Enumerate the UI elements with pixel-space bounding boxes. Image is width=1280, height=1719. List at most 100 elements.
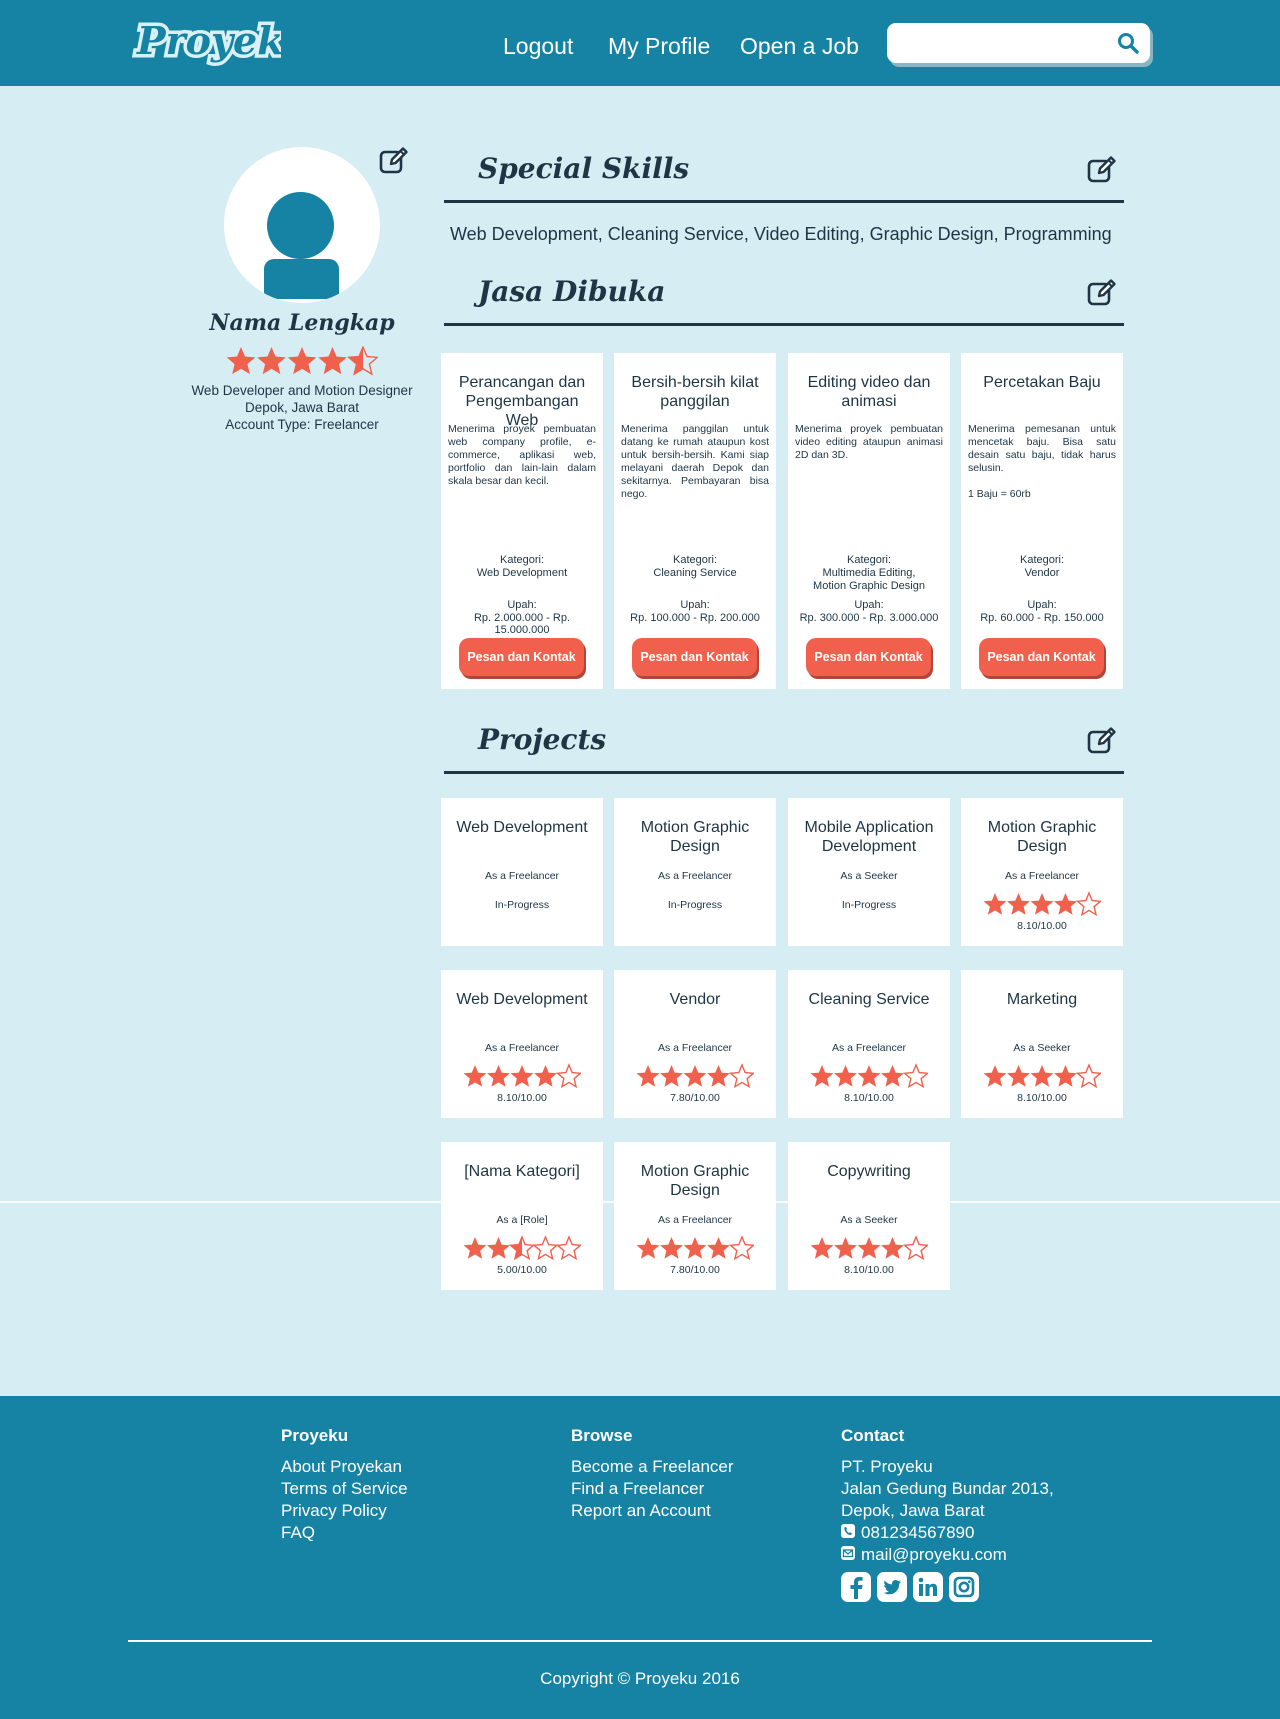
order-contact-button[interactable]: Pesan dan Kontak (806, 638, 931, 676)
skills-text: Web Development, Cleaning Service, Video… (450, 224, 1112, 244)
service-category: Web Development (476, 567, 568, 579)
star-icon (1054, 893, 1077, 915)
order-contact-button[interactable]: Pesan dan Kontak (632, 638, 757, 676)
project-card[interactable]: Cleaning Service As a Freelancer 8.10/10.0… (788, 970, 950, 1118)
star-icon (1030, 893, 1054, 915)
profile-location: Depok, Jawa Barat (244, 400, 360, 415)
star-icon (707, 1065, 730, 1087)
footer-link-become-freelancer[interactable]: Become a Freelancer (571, 1456, 734, 1478)
facebook-icon[interactable] (841, 1572, 871, 1602)
order-contact-button[interactable]: Pesan dan Kontak (459, 638, 584, 676)
projects-divider (444, 771, 1124, 774)
footer-link-terms[interactable]: Terms of Service (281, 1478, 408, 1500)
nav-open-a-job[interactable]: Open a Job (740, 28, 859, 64)
star-icon (346, 346, 378, 376)
project-role: As a [Role] (496, 1214, 548, 1226)
edit-skills-icon[interactable] (1086, 154, 1118, 186)
star-icon (555, 1235, 581, 1261)
search-icon[interactable] (1116, 31, 1140, 55)
instagram-icon[interactable] (949, 1572, 979, 1602)
project-rating-stars (810, 1235, 928, 1261)
footer-link-report-account[interactable]: Report an Account (571, 1500, 711, 1522)
star-icon (834, 1237, 857, 1259)
project-title: [Nama Kategori] (464, 1163, 580, 1180)
contact-address-line1: Jalan Gedung Bundar 2013, (841, 1479, 1054, 1498)
project-title: Marketing (1006, 991, 1078, 1008)
service-wage-label: Upah: (680, 599, 710, 611)
project-title: Mobile Application Development (804, 819, 934, 855)
edit-profile-icon[interactable] (378, 145, 410, 177)
service-category-label: Kategori: (499, 554, 545, 566)
project-status: In-Progress (494, 899, 550, 911)
linkedin-icon[interactable] (913, 1572, 943, 1602)
nav-logout[interactable]: Logout (503, 28, 573, 64)
footer-link-find-freelancer[interactable]: Find a Freelancer (571, 1478, 704, 1500)
project-role: As a Freelancer (1004, 870, 1080, 882)
project-card[interactable]: Motion Graphic Design As a Freelancer 8.10… (961, 798, 1123, 946)
services-divider (444, 323, 1124, 326)
star-icon (983, 1065, 1007, 1087)
service-wage: Rp. 100.000 - Rp. 200.000 (630, 612, 760, 624)
top-header: Proyeku Logout My Profile Open a Job (0, 0, 1280, 86)
service-category: Cleaning Service (653, 567, 737, 579)
project-card[interactable]: Motion Graphic Design As a Freelancer In-P… (614, 798, 776, 946)
service-card: Perancangan dan Pengembangan Web Menerim… (441, 353, 603, 689)
projects-title: Projects (478, 723, 607, 756)
star-icon (487, 1237, 510, 1259)
project-score: 8.10/10.00 (1017, 920, 1067, 932)
project-card[interactable]: Mobile Application Development As a Seeke… (788, 798, 950, 946)
star-icon (226, 347, 256, 375)
star-icon (1030, 1065, 1054, 1087)
search-input[interactable] (899, 29, 1099, 57)
project-card[interactable]: [Nama Kategori] As a [Role] 5.00/10.00 (441, 1142, 603, 1290)
footer-link-faq[interactable]: FAQ (281, 1522, 315, 1544)
star-icon (555, 1063, 581, 1089)
project-title: Motion Graphic Design (640, 1163, 750, 1199)
project-card[interactable]: Motion Graphic Design As a Freelancer 7.80… (614, 1142, 776, 1290)
service-card: Editing video dan animasi Menerima proye… (788, 353, 950, 689)
project-card[interactable]: Web Development As a Freelancer 8.10/10.00 (441, 970, 603, 1118)
service-category-label: Kategori: (672, 554, 718, 566)
profile-info: Web Developer and Motion Designer Depok,… (162, 382, 442, 433)
star-icon (810, 1237, 834, 1259)
project-card[interactable]: Vendor As a Freelancer 7.80/10.00 (614, 970, 776, 1118)
nav-my-profile[interactable]: My Profile (608, 28, 710, 64)
star-icon (1007, 1065, 1030, 1087)
project-card[interactable]: Marketing As a Seeker 8.10/10.00 (961, 970, 1123, 1118)
star-icon (728, 1235, 754, 1261)
edit-projects-icon[interactable] (1086, 725, 1118, 757)
star-icon (707, 1237, 730, 1259)
project-rating-stars (983, 1063, 1101, 1089)
project-score: 8.10/10.00 (1017, 1092, 1067, 1104)
proyeku-logo[interactable]: Proyeku (131, 8, 282, 74)
project-rating-stars (463, 1235, 581, 1261)
star-icon (636, 1065, 660, 1087)
profile-occupation: Web Developer and Motion Designer (191, 383, 413, 398)
edit-services-icon[interactable] (1086, 277, 1118, 309)
star-icon (834, 1065, 857, 1087)
star-icon (902, 1063, 928, 1089)
star-icon (1007, 893, 1030, 915)
phone-icon (841, 1524, 855, 1538)
footer-link-privacy[interactable]: Privacy Policy (281, 1500, 387, 1522)
star-icon (534, 1065, 557, 1087)
logo-text: Proyeku (136, 18, 281, 63)
project-role: As a Freelancer (831, 1042, 907, 1054)
order-contact-button[interactable]: Pesan dan Kontak (979, 638, 1104, 676)
footer-link-about[interactable]: About Proyekan (281, 1456, 402, 1478)
service-title: Percetakan Baju (983, 374, 1101, 391)
contact-email[interactable]: mail@proyeku.com (861, 1544, 1007, 1566)
project-card[interactable]: Web Development As a Freelancer In-Progres… (441, 798, 603, 946)
project-role: As a Seeker (1013, 1042, 1071, 1054)
project-role: As a Freelancer (657, 1042, 733, 1054)
star-icon (508, 1235, 536, 1261)
avatar-head-shape (267, 192, 334, 259)
service-wage-label: Upah: (1027, 599, 1057, 611)
search-box (887, 23, 1150, 63)
footer-heading-contact: Contact (841, 1426, 905, 1445)
twitter-icon[interactable] (877, 1572, 907, 1602)
project-status: In-Progress (841, 899, 897, 911)
contact-company: PT. Proyeku (841, 1457, 933, 1476)
project-card[interactable]: Copywriting As a Seeker 8.10/10.00 (788, 1142, 950, 1290)
project-title: Motion Graphic Design (640, 819, 750, 855)
